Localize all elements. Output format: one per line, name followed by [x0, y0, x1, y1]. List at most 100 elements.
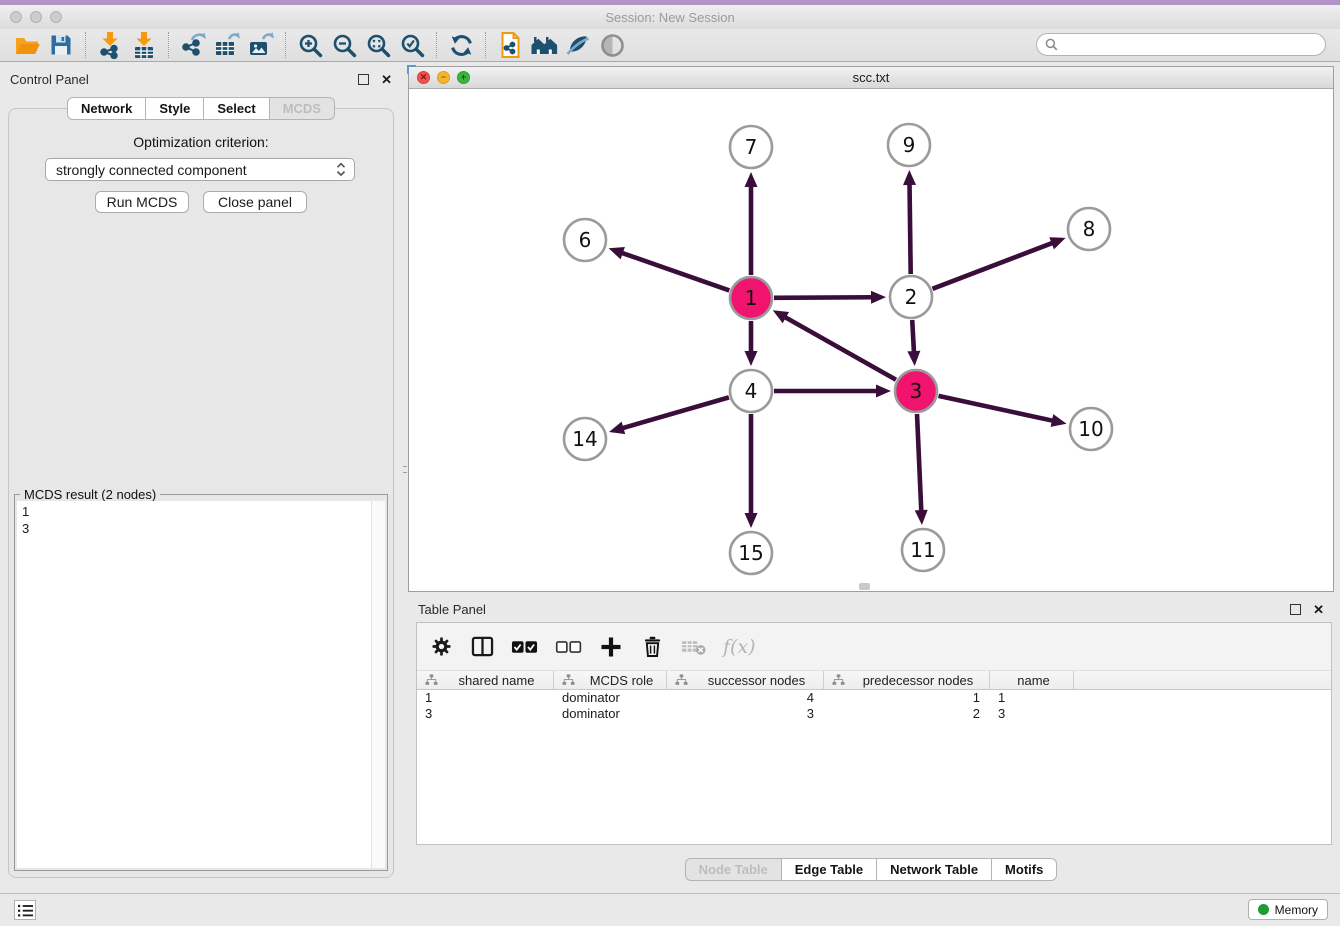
graph-node-14[interactable]: 14: [564, 418, 606, 460]
zoom-selected-icon[interactable]: [395, 30, 429, 60]
graph-edge-3-11[interactable]: [915, 414, 928, 525]
graph-node-1[interactable]: 1: [730, 277, 772, 319]
search-icon: [1045, 38, 1058, 51]
graph-edge-1-7[interactable]: [745, 172, 758, 275]
graph-node-9[interactable]: 9: [888, 124, 930, 166]
column-header-successor-nodes[interactable]: successor nodes: [667, 671, 824, 689]
tab-edge-table[interactable]: Edge Table: [782, 858, 877, 881]
select-all-icon[interactable]: [511, 632, 538, 662]
close-window-button[interactable]: [10, 11, 22, 23]
import-network-icon[interactable]: [93, 30, 127, 60]
graph-edge-4-14[interactable]: [609, 397, 729, 434]
graph-node-4[interactable]: 4: [730, 370, 772, 412]
list-icon: [17, 903, 34, 918]
column-header-name[interactable]: name: [990, 671, 1074, 689]
network-graph[interactable]: 1 2 3 4 6 7 8 9 10 11 14 15: [409, 89, 1333, 591]
zoom-fit-icon[interactable]: [361, 30, 395, 60]
table-tabs: Node TableEdge TableNetwork TableMotifs: [408, 858, 1334, 881]
function-builder-icon[interactable]: f(x): [723, 632, 756, 662]
svg-text:10: 10: [1078, 417, 1103, 441]
toolbar-separator: [436, 32, 437, 58]
graph-edge-1-4[interactable]: [745, 321, 758, 366]
tab-motifs[interactable]: Motifs: [992, 858, 1057, 881]
network-minimize-button[interactable]: −: [437, 71, 450, 84]
network-window-titlebar[interactable]: ✕ − + scc.txt: [409, 67, 1333, 89]
graph-node-7[interactable]: 7: [730, 126, 772, 168]
graph-edge-3-1[interactable]: [773, 310, 896, 379]
import-table-icon[interactable]: [127, 30, 161, 60]
table-row[interactable]: 3dominator323: [417, 706, 1331, 722]
graph-node-3[interactable]: 3: [895, 370, 937, 412]
tab-network-table[interactable]: Network Table: [877, 858, 992, 881]
memory-button[interactable]: Memory: [1248, 899, 1328, 920]
graph-edge-1-6[interactable]: [609, 247, 730, 290]
graph-node-10[interactable]: 10: [1070, 408, 1112, 450]
zoom-out-icon[interactable]: [327, 30, 361, 60]
column-header-shared-name[interactable]: shared name: [417, 671, 554, 689]
open-session-icon[interactable]: [10, 30, 44, 60]
show-graphics-details-icon[interactable]: [561, 30, 595, 60]
graph-node-8[interactable]: 8: [1068, 208, 1110, 250]
close-table-panel-icon[interactable]: ✕: [1313, 604, 1324, 615]
table-panel-header: Table Panel ✕: [408, 596, 1334, 622]
hierarchy-icon: [562, 674, 575, 686]
criterion-dropdown[interactable]: strongly connected component: [45, 158, 355, 181]
titlebar[interactable]: Session: New Session: [0, 5, 1340, 29]
search-field[interactable]: [1036, 33, 1326, 56]
delete-table-icon[interactable]: [681, 632, 706, 662]
search-input[interactable]: [1063, 37, 1317, 52]
column-settings-icon[interactable]: [429, 632, 453, 662]
export-table-icon[interactable]: [210, 30, 244, 60]
graph-edge-4-3[interactable]: [774, 385, 891, 398]
close-panel-icon[interactable]: ✕: [381, 74, 392, 85]
deselect-all-icon[interactable]: [555, 632, 582, 662]
graph-node-6[interactable]: 6: [564, 219, 606, 261]
tab-node-table[interactable]: Node Table: [685, 858, 782, 881]
home-icon[interactable]: [527, 30, 561, 60]
clone-network-icon[interactable]: [493, 30, 527, 60]
export-network-icon[interactable]: [176, 30, 210, 60]
zoom-window-button[interactable]: [50, 11, 62, 23]
graph-edge-3-10[interactable]: [938, 396, 1066, 427]
refresh-network-icon[interactable]: [444, 30, 478, 60]
graph-edge-4-15[interactable]: [745, 414, 758, 528]
delete-row-icon[interactable]: [640, 632, 664, 662]
graph-node-2[interactable]: 2: [890, 276, 932, 318]
zoom-in-icon[interactable]: [293, 30, 327, 60]
minimize-window-button[interactable]: [30, 11, 42, 23]
tab-mcds[interactable]: MCDS: [270, 97, 335, 120]
mcds-result-text[interactable]: 1 3: [17, 501, 371, 868]
graph-edge-1-2[interactable]: [774, 291, 886, 304]
network-canvas[interactable]: 1 2 3 4 6 7 8 9 10 11 14 15: [409, 89, 1333, 591]
table-panel-title: Table Panel: [418, 602, 486, 617]
table-row[interactable]: 1dominator411: [417, 690, 1331, 706]
graph-edge-2-8[interactable]: [932, 237, 1065, 289]
network-zoom-button[interactable]: +: [457, 71, 470, 84]
add-row-icon[interactable]: [599, 632, 623, 662]
close-panel-button[interactable]: Close panel: [203, 191, 307, 213]
run-mcds-button[interactable]: Run MCDS: [95, 191, 189, 213]
application-window: { "window": { "title": "Session: New Ses…: [0, 0, 1340, 926]
float-panel-icon[interactable]: [358, 74, 369, 85]
table-header-row: shared nameMCDS rolesuccessor nodesprede…: [417, 671, 1331, 690]
graph-node-11[interactable]: 11: [902, 529, 944, 571]
tab-style[interactable]: Style: [146, 97, 204, 120]
network-close-button[interactable]: ✕: [417, 71, 430, 84]
save-session-icon[interactable]: [44, 30, 78, 60]
column-header-MCDS-role[interactable]: MCDS role: [554, 671, 667, 689]
network-view-window[interactable]: ✕ − + scc.txt 1 2 3 4 6 7 8 9 10 11 14 15: [408, 66, 1334, 592]
column-header-predecessor-nodes[interactable]: predecessor nodes: [824, 671, 990, 689]
mcds-result-scrollbar[interactable]: [371, 501, 385, 868]
graph-node-15[interactable]: 15: [730, 532, 772, 574]
mcds-result-group: MCDS result (2 nodes) 1 3: [14, 494, 388, 871]
export-image-icon[interactable]: [244, 30, 278, 60]
float-table-panel-icon[interactable]: [1290, 604, 1301, 615]
task-list-button[interactable]: [14, 900, 36, 920]
graph-edge-2-9[interactable]: [903, 170, 916, 274]
tab-select[interactable]: Select: [204, 97, 269, 120]
graph-edge-2-3[interactable]: [907, 320, 920, 366]
canvas-resize-grip[interactable]: [859, 583, 870, 590]
split-view-icon[interactable]: [470, 632, 494, 662]
hide-graphics-details-icon[interactable]: [595, 30, 629, 60]
tab-network[interactable]: Network: [67, 97, 146, 120]
